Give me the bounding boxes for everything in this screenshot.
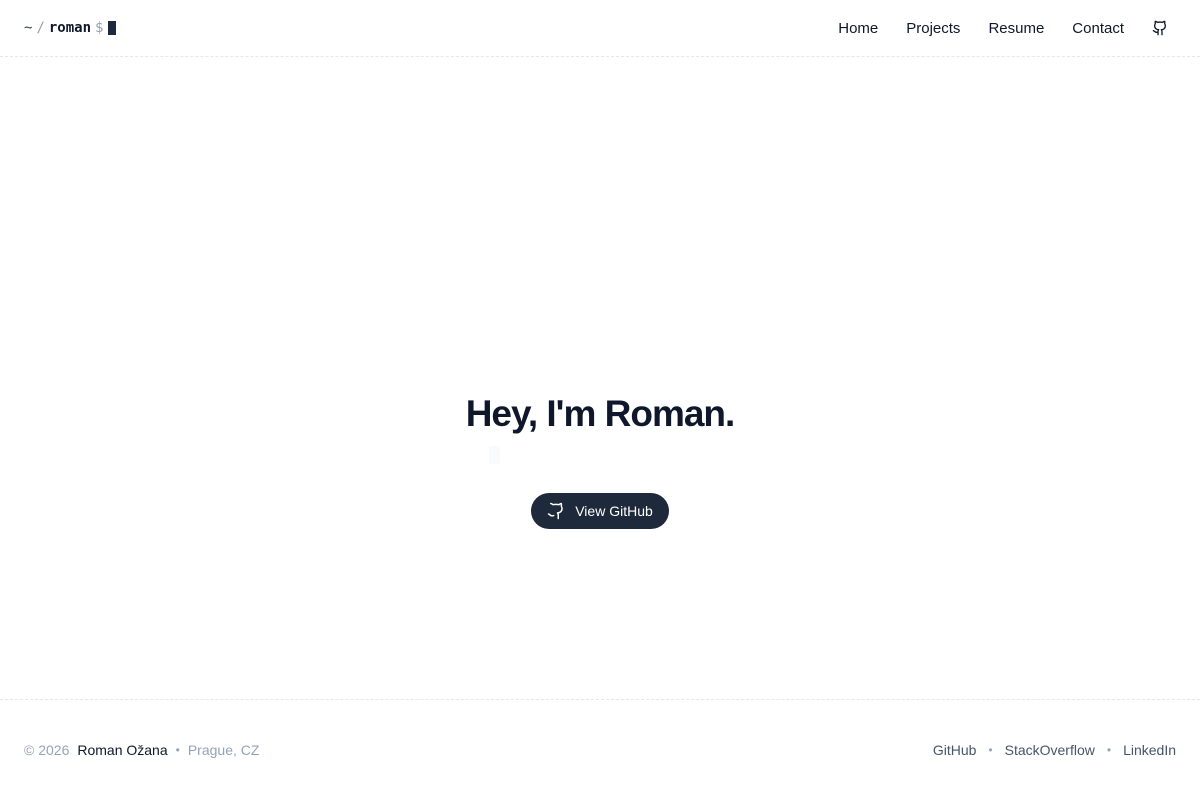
footer-link-linkedin[interactable]: LinkedIn: [1123, 742, 1176, 758]
github-icon: [1152, 20, 1167, 36]
footer-links: GitHub • StackOverflow • LinkedIn: [933, 742, 1176, 758]
footer-info: © 2026 Roman Ožana • Prague, CZ: [24, 742, 259, 758]
brand-name: roman: [48, 20, 92, 36]
owner-name: Roman Ožana: [77, 742, 168, 758]
hero-title: Hey, I'm Roman.: [465, 393, 736, 434]
separator-dot: •: [1106, 743, 1112, 757]
brand-slash: /: [36, 20, 45, 36]
brand-home-link[interactable]: ~ / roman $: [24, 20, 117, 36]
footer-link-github[interactable]: GitHub: [933, 742, 977, 758]
brand-tilde: ~: [24, 20, 33, 36]
terminal-cursor: [108, 21, 117, 35]
view-github-button[interactable]: View GitHub: [531, 493, 669, 529]
nav-github-link[interactable]: [1152, 20, 1176, 36]
nav-resume[interactable]: Resume: [988, 20, 1044, 37]
github-icon: [547, 502, 563, 520]
nav-contact[interactable]: Contact: [1072, 20, 1124, 37]
footer-link-stackoverflow[interactable]: StackOverflow: [1005, 742, 1095, 758]
nav-home[interactable]: Home: [838, 20, 878, 37]
view-github-label: View GitHub: [575, 503, 653, 519]
hero-section: Hey, I'm Roman. View GitHub: [0, 57, 1200, 699]
separator-dot: •: [988, 743, 993, 757]
nav-projects[interactable]: Projects: [906, 20, 960, 37]
site-footer: © 2026 Roman Ožana • Prague, CZ GitHub •…: [0, 699, 1200, 800]
site-header: ~ / roman $ Home Projects Resume Contact: [0, 0, 1200, 57]
location: Prague, CZ: [187, 742, 260, 758]
copyright: © 2026: [24, 742, 70, 758]
brand-prompt: $: [95, 20, 104, 36]
typing-placeholder: [489, 446, 500, 464]
separator-dot: •: [175, 743, 180, 757]
main-nav: Home Projects Resume Contact: [810, 20, 1176, 37]
